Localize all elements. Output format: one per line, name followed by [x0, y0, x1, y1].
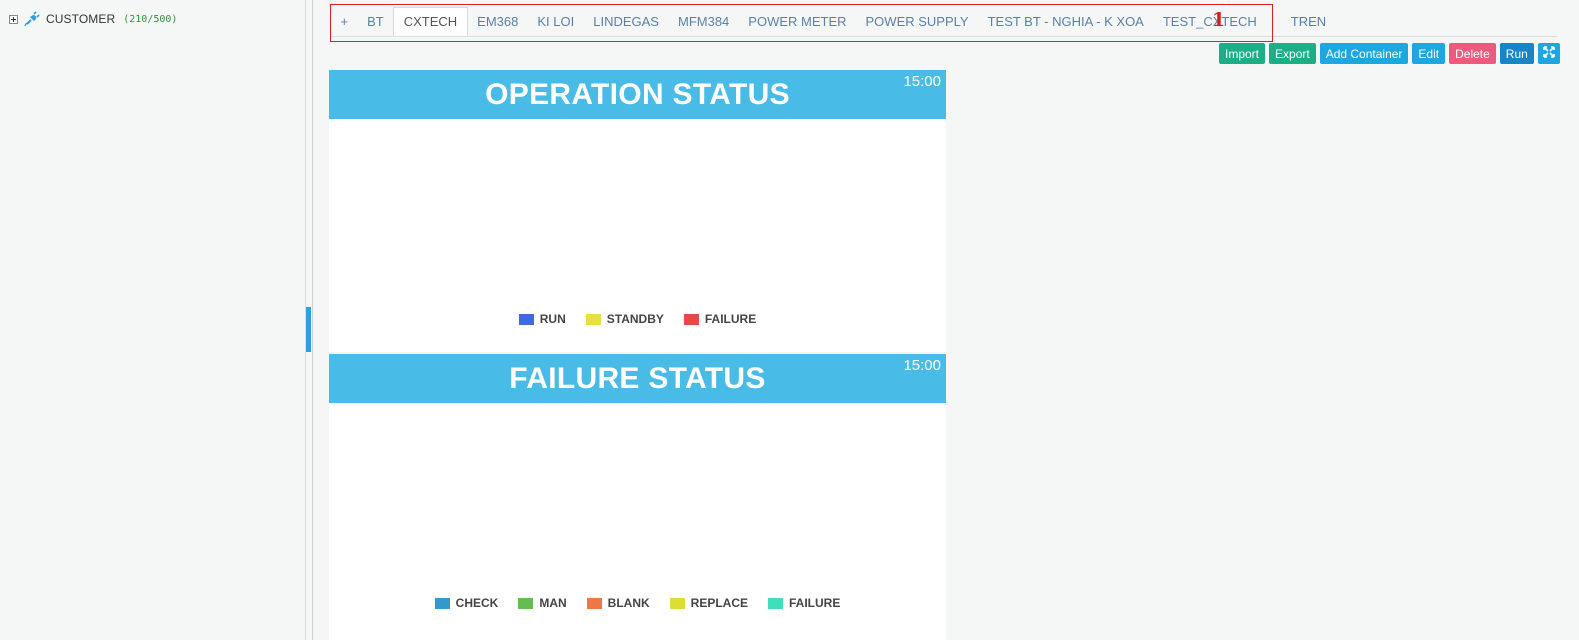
add-container-button[interactable]: Add Container: [1319, 43, 1409, 64]
legend-item-man[interactable]: MAN: [518, 596, 567, 610]
tree-node-customer[interactable]: CUSTOMER (210/500): [9, 11, 177, 27]
fullscreen-button[interactable]: [1537, 43, 1560, 64]
legend-label: FAILURE: [789, 596, 841, 610]
chart-legend: RUN STANDBY FAILURE: [329, 312, 946, 326]
failure-status-widget[interactable]: FAILURE STATUS 15:00 CHECK MAN BLANK REP…: [329, 354, 946, 640]
legend-swatch: [586, 597, 602, 609]
widget-title: FAILURE STATUS: [509, 361, 766, 395]
legend-swatch: [518, 597, 534, 609]
customer-tree-panel: CUSTOMER (210/500): [0, 0, 306, 640]
widget-header: OPERATION STATUS 15:00: [329, 70, 946, 119]
legend-swatch: [434, 597, 450, 609]
legend-label: CHECK: [455, 596, 499, 610]
legend-item-failure[interactable]: FAILURE: [768, 596, 840, 610]
legend-label: FAILURE: [704, 312, 757, 326]
legend-item-run[interactable]: RUN: [518, 312, 566, 326]
edit-button[interactable]: Edit: [1412, 43, 1446, 64]
delete-button[interactable]: Delete: [1449, 43, 1496, 64]
legend-swatch: [768, 597, 783, 609]
expand-plus-icon[interactable]: [9, 14, 18, 24]
tree-node-count: (210/500): [123, 13, 178, 25]
legend-label: STANDBY: [606, 312, 664, 326]
run-button[interactable]: Run: [1499, 43, 1534, 64]
legend-swatch: [585, 313, 601, 325]
legend-item-failure[interactable]: FAILURE: [683, 312, 757, 326]
legend-item-replace[interactable]: REPLACE: [669, 596, 748, 610]
legend-swatch: [669, 597, 685, 609]
legend-item-check[interactable]: CHECK: [434, 596, 499, 610]
plug-icon: [24, 11, 40, 27]
vertical-divider: [312, 0, 313, 640]
annotation-highlight-box: [330, 4, 1273, 42]
operation-status-widget[interactable]: OPERATION STATUS 15:00 RUN STANDBY FAILU…: [329, 70, 946, 352]
legend-label: BLANK: [607, 596, 650, 610]
tab-tren[interactable]: TREN: [1291, 7, 1336, 36]
widget-title: OPERATION STATUS: [485, 77, 790, 111]
legend-label: REPLACE: [690, 596, 748, 610]
legend-label: MAN: [539, 596, 567, 610]
export-button[interactable]: Export: [1269, 43, 1316, 64]
panel-splitter-handle[interactable]: [306, 307, 311, 352]
tree-node-label[interactable]: CUSTOMER: [46, 12, 115, 26]
widget-time: 15:00: [903, 73, 941, 90]
import-button[interactable]: Import: [1219, 43, 1266, 64]
widget-header: FAILURE STATUS 15:00: [329, 354, 946, 403]
annotation-marker: 1: [1212, 9, 1226, 31]
expand-icon: [1543, 46, 1555, 61]
chart-legend: CHECK MAN BLANK REPLACE FAILURE: [329, 596, 946, 610]
legend-item-standby[interactable]: STANDBY: [585, 312, 664, 326]
dashboard-toolbar: Import Export Add Container Edit Delete …: [1219, 43, 1560, 64]
legend-swatch: [518, 313, 534, 325]
legend-swatch: [683, 313, 699, 325]
legend-item-blank[interactable]: BLANK: [586, 596, 650, 610]
legend-label: RUN: [539, 312, 566, 326]
widget-time: 15:00: [903, 357, 941, 374]
